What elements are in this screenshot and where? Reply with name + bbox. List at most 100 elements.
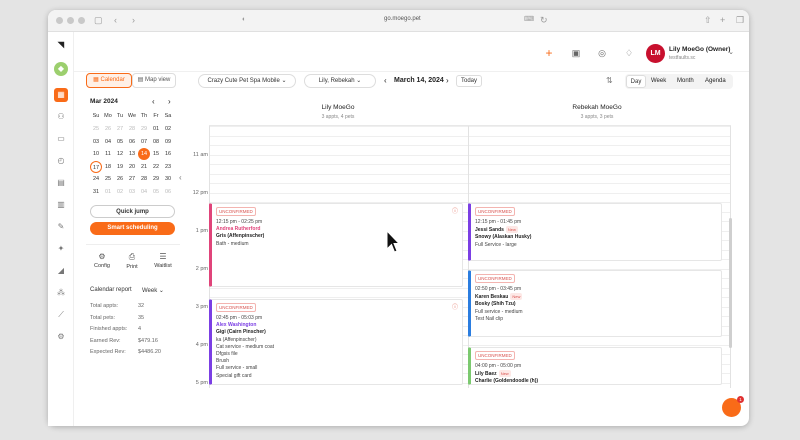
forward-icon[interactable]: ›	[132, 15, 135, 25]
appointment-card[interactable]: UNCONFIRMED 04:00 pm - 05:00 pm Lily Baez N…	[468, 347, 722, 385]
calendar-day[interactable]: 28	[126, 123, 138, 135]
collapse-sidebar-icon[interactable]: ‹	[179, 173, 182, 182]
prev-date-icon[interactable]: ‹	[384, 76, 387, 85]
calendar-day[interactable]: 27	[126, 173, 138, 185]
avatar[interactable]: LM	[646, 44, 665, 63]
view-week[interactable]: Week	[651, 78, 666, 84]
calendar-day[interactable]: 04	[102, 136, 114, 148]
calendar-day[interactable]: 03	[90, 136, 102, 148]
calendar-day[interactable]: 03	[126, 186, 138, 198]
clients-icon[interactable]: ⚇	[54, 110, 68, 124]
calendar-day[interactable]: 23	[162, 161, 174, 173]
calendar-icon[interactable]: ▦	[54, 88, 68, 102]
marketing-icon[interactable]: ✦	[54, 242, 68, 256]
view-agenda[interactable]: Agenda	[705, 78, 726, 84]
calendar-day[interactable]: 25	[102, 173, 114, 185]
warning-icon[interactable]: ⓘ	[452, 206, 458, 215]
reload-icon[interactable]: ↻	[540, 15, 548, 25]
calendar-day[interactable]: 21	[138, 161, 150, 173]
appointment-card[interactable]: UNCONFIRMED 12:15 pm - 01:45 pm Jessi Sand…	[468, 203, 722, 261]
business-select[interactable]: Crazy Cute Pet Spa Mobile ⌄	[198, 74, 296, 88]
bell-icon[interactable]: ♢	[622, 46, 636, 60]
staff-select[interactable]: Lily, Rebekah ⌄	[304, 74, 376, 88]
appointment-card[interactable]: UNCONFIRMED 12:15 pm - 02:25 pm Andrea Rut…	[209, 203, 463, 287]
user-name[interactable]: Lily MoeGo (Owner)	[669, 46, 730, 53]
calendar-day[interactable]: 22	[150, 161, 162, 173]
calendar-day[interactable]: 07	[138, 136, 150, 148]
support-icon[interactable]: ◎	[595, 46, 609, 60]
scrollbar[interactable]	[729, 218, 732, 348]
business-avatar-icon[interactable]: ◆	[54, 62, 68, 76]
quick-jump-button[interactable]: Quick jump	[90, 205, 175, 218]
mini-prev-month-icon[interactable]: ‹	[152, 97, 155, 106]
edit-icon[interactable]: ✎	[54, 220, 68, 234]
chevron-down-icon[interactable]: ⌄	[724, 46, 738, 60]
calendar-day[interactable]: 01	[150, 123, 162, 135]
filter-icon[interactable]: ⇅	[606, 76, 613, 85]
calendar-day[interactable]: 30	[162, 173, 174, 185]
back-icon[interactable]: ‹	[114, 15, 117, 25]
view-day[interactable]: Day	[626, 75, 646, 88]
translate-icon[interactable]: ⌨	[524, 15, 534, 25]
calendar-day[interactable]: 09	[162, 136, 174, 148]
address-bar[interactable]: go.moego.pet	[384, 16, 421, 22]
calendar-day[interactable]: 13	[126, 148, 138, 160]
calendar-day[interactable]: 18	[102, 161, 114, 173]
tab-map-view[interactable]: ▤ Map view	[132, 73, 176, 88]
calendar-day[interactable]: 12	[114, 148, 126, 160]
calendar-day[interactable]: 29	[138, 123, 150, 135]
calendar-day[interactable]: 14	[138, 148, 150, 160]
share-icon[interactable]: ⇧	[704, 15, 712, 25]
calendar-day[interactable]: 10	[90, 148, 102, 160]
alarm-icon[interactable]: ◴	[54, 154, 68, 168]
calendar-day[interactable]: 11	[102, 148, 114, 160]
calendar-day[interactable]: 04	[138, 186, 150, 198]
calendar-day[interactable]: 31	[90, 186, 102, 198]
tab-overview-icon[interactable]: ❐	[736, 15, 744, 25]
close-window-dot[interactable]	[56, 17, 63, 24]
calendar-day[interactable]: 17	[90, 160, 102, 173]
calendar-day[interactable]: 29	[150, 173, 162, 185]
calendar-day[interactable]: 16	[162, 148, 174, 160]
appointment-card[interactable]: UNCONFIRMED 02:45 pm - 05:03 pm Alex Washi…	[209, 299, 463, 385]
messages-icon[interactable]: ▭	[54, 132, 68, 146]
view-month[interactable]: Month	[677, 78, 694, 84]
calendar-day[interactable]: 05	[150, 186, 162, 198]
calendar-day[interactable]: 05	[114, 136, 126, 148]
print-tool[interactable]: ⎙ Print	[120, 252, 144, 270]
waitlist-tool[interactable]: ☰ Waitlist	[151, 252, 175, 269]
reports-icon[interactable]: ▥	[54, 198, 68, 212]
calendar-day[interactable]: 20	[126, 161, 138, 173]
next-date-icon[interactable]: ›	[446, 76, 449, 85]
current-date[interactable]: March 14, 2024	[394, 77, 444, 84]
tab-calendar[interactable]: ▦ Calendar	[86, 73, 132, 88]
calendar-day[interactable]: 26	[114, 173, 126, 185]
moego-logo-icon[interactable]: ◥	[54, 38, 68, 52]
appointment-card[interactable]: UNCONFIRMED 02:50 pm - 03:45 pm Karen Besk…	[468, 270, 722, 337]
calendar-day[interactable]: 24	[90, 173, 102, 185]
calendar-day[interactable]: 19	[114, 161, 126, 173]
calendar-day[interactable]: 15	[150, 148, 162, 160]
calendar-day[interactable]: 06	[126, 136, 138, 148]
add-icon[interactable]: +	[542, 46, 556, 60]
calendar-day[interactable]: 06	[162, 186, 174, 198]
analytics-icon[interactable]: ⟋	[54, 308, 68, 322]
config-tool[interactable]: ⚙ Config	[90, 252, 114, 269]
calendar-day[interactable]: 02	[114, 186, 126, 198]
report-period-select[interactable]: Week ⌄	[142, 287, 164, 294]
calendar-day[interactable]: 02	[162, 123, 174, 135]
warning-icon[interactable]: ⓘ	[452, 302, 458, 311]
minimize-window-dot[interactable]	[67, 17, 74, 24]
calendar-day[interactable]: 26	[102, 123, 114, 135]
calendar-day[interactable]: 28	[138, 173, 150, 185]
zoom-window-dot[interactable]	[78, 17, 85, 24]
network-icon[interactable]: ⁂	[54, 286, 68, 300]
clipboard-icon[interactable]: ▣	[569, 46, 583, 60]
calendar-day[interactable]: 01	[102, 186, 114, 198]
mini-next-month-icon[interactable]: ›	[168, 97, 171, 106]
megaphone-icon[interactable]: ◢	[54, 264, 68, 278]
calendar-day[interactable]: 27	[114, 123, 126, 135]
settings-icon[interactable]: ⚙	[54, 330, 68, 344]
today-button[interactable]: Today	[456, 75, 482, 87]
calendar-day[interactable]: 08	[150, 136, 162, 148]
